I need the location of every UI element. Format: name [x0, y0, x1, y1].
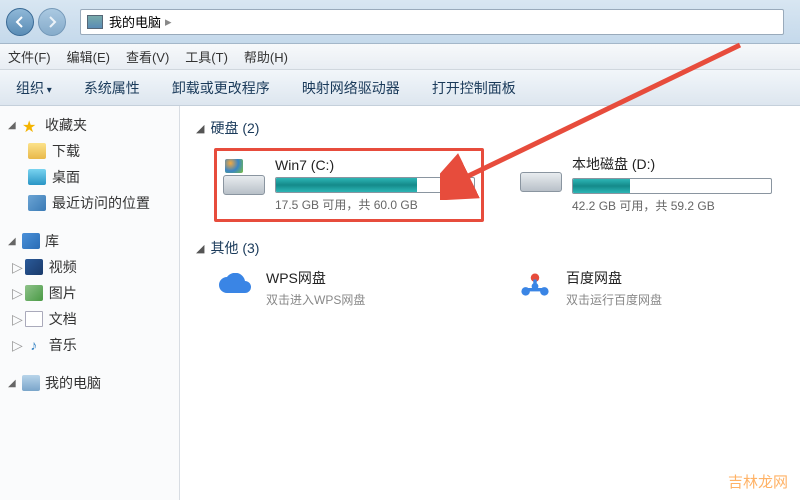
expand-icon: ▷	[12, 337, 23, 354]
sidebar-header-label: 我的电脑	[45, 373, 101, 393]
sidebar-header-libraries[interactable]: ◢ 库	[0, 228, 179, 254]
watermark: 吉林龙网	[728, 471, 788, 492]
sidebar-group-computer: ◢ 我的电脑	[0, 370, 179, 396]
toolbar-organize[interactable]: 组织	[10, 75, 58, 101]
address-bar[interactable]: 我的电脑 ▸	[80, 9, 784, 35]
breadcrumb-separator: ▸	[165, 14, 172, 30]
sidebar-header-label: 收藏夹	[45, 115, 87, 135]
toolbar-map-drive[interactable]: 映射网络驱动器	[296, 75, 406, 101]
collapse-icon: ◢	[8, 236, 18, 247]
usage-bar	[572, 178, 772, 194]
drives-row: Win7 (C:) 17.5 GB 可用，共 60.0 GB 本地磁盘 (D:)	[214, 148, 784, 222]
collapse-icon: ◢	[8, 378, 18, 389]
other-row: WPS网盘 双击进入WPS网盘 百度网盘	[214, 268, 784, 308]
menubar: 文件(F) 编辑(E) 查看(V) 工具(T) 帮助(H)	[0, 44, 800, 70]
documents-icon	[25, 311, 43, 327]
menu-help[interactable]: 帮助(H)	[244, 47, 288, 66]
collapse-icon: ◢	[8, 120, 18, 131]
sidebar-item-recent[interactable]: 最近访问的位置	[0, 190, 179, 216]
sidebar-header-computer[interactable]: ◢ 我的电脑	[0, 370, 179, 396]
sidebar-item-downloads[interactable]: 下载	[0, 138, 179, 164]
collapse-icon: ◢	[196, 122, 204, 135]
toolbar-uninstall-programs[interactable]: 卸载或更改程序	[166, 75, 276, 101]
sidebar-item-videos[interactable]: ▷ 视频	[0, 254, 179, 280]
sidebar-item-label: 下载	[52, 141, 80, 161]
sidebar-item-pictures[interactable]: ▷ 图片	[0, 280, 179, 306]
downloads-folder-icon	[28, 143, 46, 159]
breadcrumb-location[interactable]: 我的电脑	[109, 12, 161, 31]
sidebar-item-desktop[interactable]: 桌面	[0, 164, 179, 190]
cloud-name: WPS网盘	[266, 268, 365, 288]
menu-tools[interactable]: 工具(T)	[185, 47, 228, 66]
drive-d[interactable]: 本地磁盘 (D:) 42.2 GB 可用，共 59.2 GB	[514, 148, 784, 222]
cloud-desc: 双击运行百度网盘	[566, 291, 662, 308]
video-icon	[25, 259, 43, 275]
drive-info: 本地磁盘 (D:) 42.2 GB 可用，共 59.2 GB	[572, 154, 778, 214]
expand-icon: ▷	[12, 311, 23, 328]
pictures-icon	[25, 285, 43, 301]
nav-back-button[interactable]	[6, 8, 34, 36]
libraries-icon	[22, 233, 40, 249]
titlebar: 我的电脑 ▸	[0, 0, 800, 44]
toolbar-system-properties[interactable]: 系统属性	[78, 75, 146, 101]
drive-stats: 17.5 GB 可用，共 60.0 GB	[275, 196, 475, 213]
content-pane: ◢ 硬盘 (2) Win7 (C:) 17.5 GB 可用，共 60.0 GB	[180, 106, 800, 500]
menu-edit[interactable]: 编辑(E)	[67, 47, 110, 66]
drive-icon	[223, 157, 265, 195]
section-header-other[interactable]: ◢ 其他 (3)	[196, 238, 784, 258]
sidebar-item-music[interactable]: ▷ ♪ 音乐	[0, 332, 179, 358]
music-icon: ♪	[25, 337, 43, 353]
sidebar: ◢ ★ 收藏夹 下载 桌面 最近访问的位置 ◢ 库	[0, 106, 180, 500]
drive-info: Win7 (C:) 17.5 GB 可用，共 60.0 GB	[275, 157, 475, 213]
cloud-info: WPS网盘 双击进入WPS网盘	[266, 268, 365, 308]
sidebar-item-documents[interactable]: ▷ 文档	[0, 306, 179, 332]
sidebar-item-label: 文档	[49, 309, 77, 329]
section-header-disks[interactable]: ◢ 硬盘 (2)	[196, 118, 784, 138]
wps-cloud-icon	[214, 269, 256, 307]
sidebar-header-label: 库	[45, 231, 59, 251]
sidebar-group-libraries: ◢ 库 ▷ 视频 ▷ 图片 ▷ 文档 ▷ ♪ 音乐	[0, 228, 179, 358]
sidebar-item-label: 桌面	[52, 167, 80, 187]
computer-icon	[87, 15, 103, 29]
drive-icon	[520, 154, 562, 192]
cloud-desc: 双击进入WPS网盘	[266, 291, 365, 308]
section-label: 硬盘 (2)	[210, 118, 259, 138]
section-label: 其他 (3)	[210, 238, 259, 258]
cloud-baidu[interactable]: 百度网盘 双击运行百度网盘	[514, 268, 754, 308]
computer-icon	[22, 375, 40, 391]
usage-fill	[276, 178, 417, 192]
desktop-icon	[28, 169, 46, 185]
toolbar: 组织 系统属性 卸载或更改程序 映射网络驱动器 打开控制面板	[0, 70, 800, 106]
sidebar-item-label: 音乐	[49, 335, 77, 355]
cloud-info: 百度网盘 双击运行百度网盘	[566, 268, 662, 308]
expand-icon: ▷	[12, 259, 23, 276]
baidu-cloud-icon	[514, 269, 556, 307]
drive-name: 本地磁盘 (D:)	[572, 154, 778, 174]
usage-fill	[573, 179, 630, 193]
drive-c[interactable]: Win7 (C:) 17.5 GB 可用，共 60.0 GB	[214, 148, 484, 222]
sidebar-item-label: 图片	[49, 283, 77, 303]
menu-file[interactable]: 文件(F)	[8, 47, 51, 66]
menu-view[interactable]: 查看(V)	[126, 47, 169, 66]
drive-stats: 42.2 GB 可用，共 59.2 GB	[572, 197, 778, 214]
toolbar-control-panel[interactable]: 打开控制面板	[426, 75, 522, 101]
drive-name: Win7 (C:)	[275, 157, 475, 173]
star-icon: ★	[22, 117, 40, 133]
nav-forward-button[interactable]	[38, 8, 66, 36]
expand-icon: ▷	[12, 285, 23, 302]
recent-places-icon	[28, 195, 46, 211]
sidebar-item-label: 最近访问的位置	[52, 193, 150, 213]
sidebar-group-favorites: ◢ ★ 收藏夹 下载 桌面 最近访问的位置	[0, 112, 179, 216]
main-area: ◢ ★ 收藏夹 下载 桌面 最近访问的位置 ◢ 库	[0, 106, 800, 500]
usage-bar	[275, 177, 475, 193]
cloud-wps[interactable]: WPS网盘 双击进入WPS网盘	[214, 268, 454, 308]
cloud-name: 百度网盘	[566, 268, 662, 288]
collapse-icon: ◢	[196, 242, 204, 255]
sidebar-header-favorites[interactable]: ◢ ★ 收藏夹	[0, 112, 179, 138]
sidebar-item-label: 视频	[49, 257, 77, 277]
